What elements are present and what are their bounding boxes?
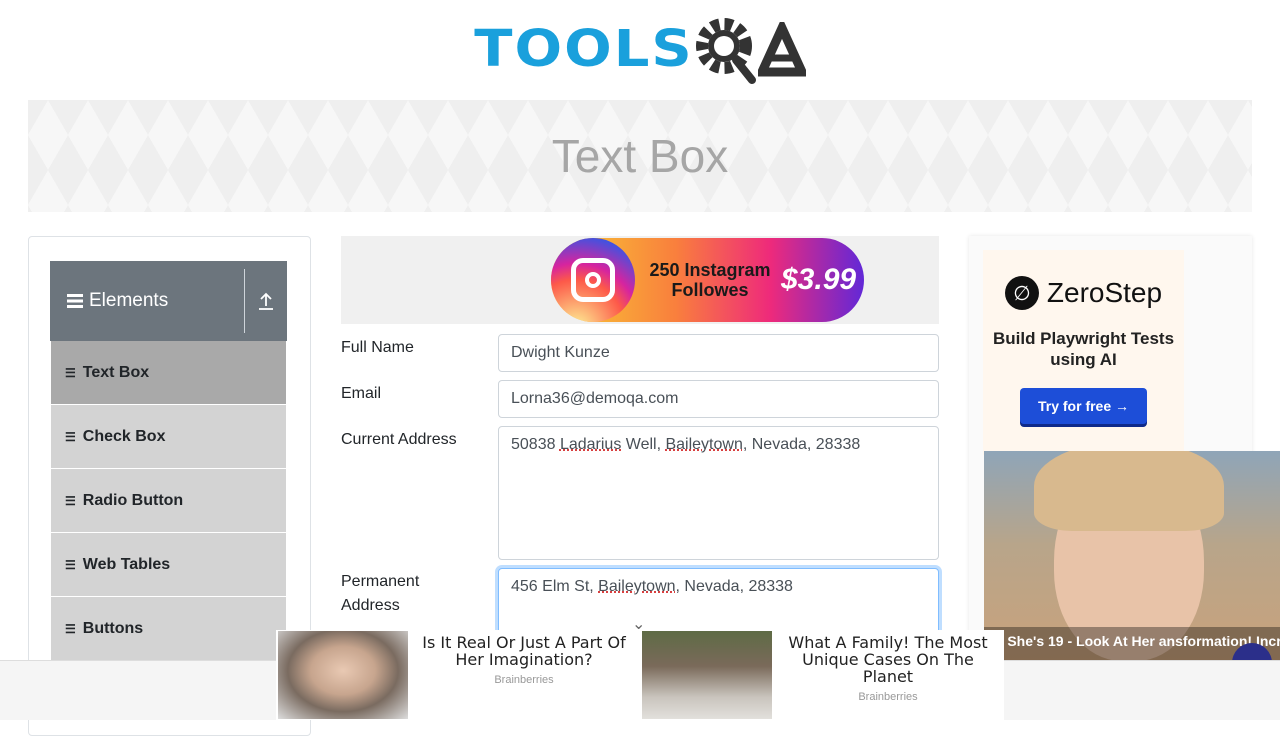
logo-qa [694, 14, 806, 86]
group-title: Elements [50, 290, 244, 312]
sidebar-item-label: Check Box [83, 428, 166, 446]
site-header: TOOLS [0, 0, 1280, 100]
sidebar-item-radio-button[interactable]: ☰ Radio Button [50, 469, 287, 533]
current-address-textarea[interactable]: 50838 Ladarius Well, Baileytown, Nevada,… [498, 426, 939, 560]
native-ad-source: Brainberries [414, 674, 634, 686]
sidebar-item-label: Radio Button [83, 492, 183, 510]
try-for-free-button[interactable]: Try for free → [1020, 388, 1147, 424]
toolsqa-logo[interactable]: TOOLS [474, 14, 805, 86]
elements-menu: ☰ Text Box ☰ Check Box ☰ Radio Button ☰ … [50, 341, 287, 661]
native-ad-headline: Is It Real Or Just A Part Of Her Imagina… [414, 634, 634, 668]
full-name-label: Full Name [341, 336, 481, 360]
zerostep-ad[interactable]: ∅ ZeroStep Build Playwright Tests using … [983, 250, 1184, 455]
upload-arrow-icon [258, 292, 274, 310]
html5-icon: ☰ [65, 430, 76, 444]
current-address-label: Current Address [341, 428, 481, 452]
page-banner: Text Box [28, 100, 1252, 212]
elements-group-header[interactable]: Elements [50, 261, 287, 341]
email-input[interactable]: Lorna36@demoqa.com [498, 380, 939, 418]
native-ad-thumb [642, 631, 772, 719]
native-ad-thumb [278, 631, 408, 719]
sidebar-item-buttons[interactable]: ☰ Buttons [50, 597, 287, 661]
girl-transformation-ad[interactable]: ow She's 19 - Look At Her ansformation! … [984, 451, 1280, 660]
instagram-icon [551, 238, 635, 322]
top-ad-strip[interactable]: 250 Instagram Followes $3.99 [341, 236, 939, 324]
html5-icon: ☰ [65, 558, 76, 572]
instagram-ad-price: $3.99 [781, 263, 856, 297]
zerostep-logo-icon: ∅ [1005, 276, 1039, 310]
native-ad-source: Brainberries [778, 691, 998, 703]
sidebar-item-label: Buttons [83, 620, 143, 638]
native-ad-1[interactable]: Is It Real Or Just A Part Of Her Imagina… [276, 630, 640, 720]
logo-text: TOOLS [474, 25, 693, 75]
sidebar-item-check-box[interactable]: ☰ Check Box [50, 405, 287, 469]
full-name-input[interactable]: Dwight Kunze [498, 334, 939, 372]
html5-icon: ☰ [65, 622, 76, 636]
page-title: Text Box [552, 129, 728, 183]
gear-magnifier-icon [694, 14, 758, 86]
sidebar-item-text-box[interactable]: ☰ Text Box [50, 341, 287, 405]
zerostep-brand: ∅ ZeroStep [983, 276, 1184, 310]
instagram-ad-text: 250 Instagram Followes [645, 260, 775, 300]
email-label: Email [341, 382, 481, 406]
instagram-ad[interactable]: 250 Instagram Followes $3.99 [551, 238, 864, 322]
html5-icon: ☰ [65, 494, 76, 508]
permanent-address-label: Permanent Address [341, 570, 481, 618]
group-title-label: Elements [89, 290, 168, 312]
sidebar-item-label: Web Tables [83, 556, 170, 574]
logo-letter-a [758, 22, 806, 78]
bottom-native-ad: ⌄ Is It Real Or Just A Part Of Her Imagi… [276, 630, 1004, 720]
collapse-toggle[interactable] [245, 292, 287, 310]
sidebar-item-web-tables[interactable]: ☰ Web Tables [50, 533, 287, 597]
native-ad-2[interactable]: What A Family! The Most Unique Cases On … [640, 630, 1004, 720]
zerostep-brand-name: ZeroStep [1047, 277, 1162, 309]
zerostep-tagline: Build Playwright Tests using AI [983, 328, 1184, 370]
sidebar-item-label: Text Box [83, 364, 149, 382]
native-ad-headline: What A Family! The Most Unique Cases On … [778, 634, 998, 685]
html5-icon: ☰ [65, 366, 76, 380]
hamburger-icon [67, 294, 83, 308]
